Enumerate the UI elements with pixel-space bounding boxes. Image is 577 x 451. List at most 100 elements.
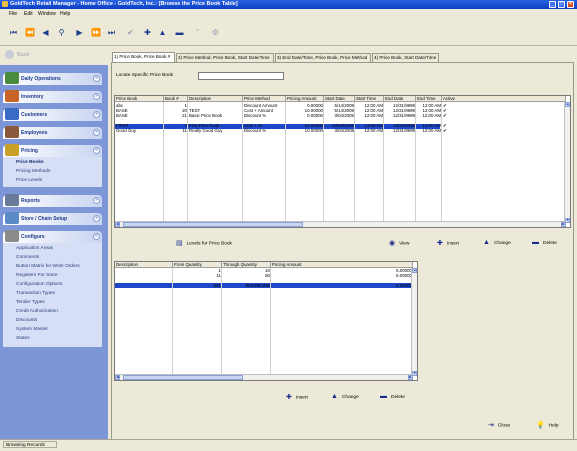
- col-start-date[interactable]: Start Date: [324, 96, 355, 102]
- table-cell[interactable]: Good Guy: [115, 128, 164, 133]
- sidebar-item-tender-types[interactable]: Tender Types: [16, 300, 45, 305]
- levels-delete-button[interactable]: ▬ Delete: [532, 239, 557, 246]
- help-button[interactable]: 💡 Help: [536, 421, 559, 429]
- horizontal-scrollbar[interactable]: ◀ ▶: [115, 374, 413, 380]
- next-record-icon[interactable]: ▶: [75, 28, 84, 37]
- table-cell[interactable]: Really Good Guy: [188, 128, 243, 133]
- scroll-thumb[interactable]: [123, 222, 303, 227]
- expand-icon[interactable]: »: [93, 93, 100, 100]
- scroll-up-icon[interactable]: ▲: [565, 102, 570, 107]
- col-start-time[interactable]: Start Time: [355, 96, 384, 102]
- collapse-icon[interactable]: «: [93, 233, 100, 240]
- scroll-right-icon[interactable]: ▶: [561, 222, 566, 227]
- sidebar-item-credit-authorization[interactable]: Credit Authorization: [16, 309, 58, 314]
- back-button[interactable]: Back: [5, 50, 45, 61]
- delete-icon[interactable]: ▬: [175, 28, 184, 37]
- accept-icon[interactable]: ✔: [126, 28, 135, 37]
- insert-icon[interactable]: ✚: [143, 28, 152, 37]
- change-button[interactable]: ▲ Change: [331, 393, 359, 400]
- sidebar-section-employees[interactable]: Employees »: [3, 126, 102, 139]
- sidebar-item-configuration-options[interactable]: Configuration Options: [16, 282, 62, 287]
- table-cell[interactable]: 3/04/2008: [324, 128, 355, 133]
- col-price-method[interactable]: Price Method: [243, 96, 286, 102]
- tools-icon[interactable]: ⚙: [211, 28, 220, 37]
- vertical-scrollbar[interactable]: ▲ ▼: [564, 102, 570, 223]
- tab-price-book-number[interactable]: 1) Price Book, Price Book #: [112, 52, 175, 62]
- sidebar-item-registers-for-store[interactable]: Registers For Store: [16, 273, 58, 278]
- sidebar-section-store-chain-setup[interactable]: Store / Chain Setup »: [3, 212, 102, 225]
- sidebar-section-configure[interactable]: Configure «: [3, 230, 102, 243]
- sidebar-item-transaction-types[interactable]: Transaction Types: [16, 291, 55, 296]
- sidebar-section-pricing[interactable]: Pricing «: [3, 144, 102, 157]
- first-record-icon[interactable]: ⏮: [9, 28, 18, 37]
- sidebar-item-price-books[interactable]: Price Books: [16, 160, 44, 165]
- levels-for-price-book-button[interactable]: ▤ Levels for Price Book: [176, 239, 232, 247]
- close-window-button[interactable]: ×: [567, 1, 574, 8]
- expand-icon[interactable]: »: [93, 197, 100, 204]
- expand-icon[interactable]: »: [93, 215, 100, 222]
- last-record-icon[interactable]: ⏭: [107, 28, 116, 37]
- locate-price-book-input[interactable]: [198, 72, 284, 80]
- table-cell[interactable]: 12/31/9999: [384, 128, 416, 133]
- collapse-icon[interactable]: «: [93, 147, 100, 154]
- table-cell[interactable]: 999,999,999: [222, 283, 271, 288]
- sidebar-item-application-areas[interactable]: Application Areas: [16, 246, 53, 251]
- scroll-up-icon[interactable]: ▲: [412, 268, 417, 273]
- minimize-button[interactable]: _: [549, 1, 556, 8]
- delete-button[interactable]: ▬ Delete: [380, 393, 405, 400]
- change-icon[interactable]: ▲: [158, 28, 167, 37]
- sidebar-section-reports[interactable]: Reports »: [3, 194, 102, 207]
- menu-help[interactable]: Help: [60, 11, 70, 17]
- table-cell[interactable]: 12:00 AM: [355, 128, 384, 133]
- sidebar-item-button-matrix[interactable]: Button Matrix for Work Orders: [16, 264, 80, 269]
- col-end-date[interactable]: End Date: [384, 96, 416, 102]
- sidebar-section-inventory[interactable]: Inventory »: [3, 90, 102, 103]
- next-page-icon[interactable]: ⏩: [91, 28, 101, 37]
- levels-insert-button[interactable]: ✚ Insert: [437, 239, 459, 247]
- view-button[interactable]: ◉ View: [389, 239, 409, 247]
- menu-file[interactable]: File: [9, 11, 17, 17]
- table-cell[interactable]: 12:00 AM: [416, 128, 442, 133]
- previous-page-icon[interactable]: ⏪: [25, 28, 35, 37]
- sidebar-item-discounts[interactable]: Discounts: [16, 318, 37, 323]
- scroll-right-icon[interactable]: ▶: [408, 375, 413, 380]
- table-cell[interactable]: 501: [173, 283, 222, 288]
- menu-edit[interactable]: Edit: [24, 11, 33, 17]
- previous-record-icon[interactable]: ◀: [41, 28, 50, 37]
- sidebar-item-comments[interactable]: Comments: [16, 255, 39, 260]
- sidebar-item-price-levels[interactable]: Price Levels: [16, 178, 42, 183]
- quote-icon[interactable]: ": [193, 28, 202, 37]
- expand-icon[interactable]: »: [93, 75, 100, 82]
- table-cell[interactable]: 10.00000: [286, 128, 324, 133]
- col-description[interactable]: Description: [188, 96, 243, 102]
- sidebar-section-customers[interactable]: Customers »: [3, 108, 102, 121]
- active-check-icon[interactable]: ✔: [442, 128, 462, 133]
- scroll-thumb[interactable]: [123, 375, 243, 380]
- sidebar-item-pricing-methods[interactable]: Pricing Methods: [16, 169, 50, 174]
- close-button[interactable]: ⇥ Close: [488, 421, 510, 429]
- sidebar-item-system-master[interactable]: System Master: [16, 327, 48, 332]
- col-book-number[interactable]: Book #: [164, 96, 188, 102]
- search-icon[interactable]: ⚲: [57, 28, 66, 37]
- col-pricing-amount[interactable]: Pricing Amount: [286, 96, 324, 102]
- tab-price-book-start[interactable]: 4) Price Book, Start Date/Time: [372, 53, 439, 62]
- col-price-book[interactable]: Price Book: [115, 96, 164, 102]
- col-end-time[interactable]: End Time: [416, 96, 442, 102]
- menu-window[interactable]: Window: [38, 11, 56, 17]
- table-cell[interactable]: 8.00000: [271, 283, 413, 288]
- insert-button[interactable]: ✚ Insert: [286, 393, 308, 401]
- tab-end-date-time[interactable]: 3) End Date/Time, Price Book, Price Meth…: [275, 53, 371, 62]
- table-cell[interactable]: [115, 283, 173, 288]
- expand-icon[interactable]: »: [93, 129, 100, 136]
- sidebar-section-daily-operations[interactable]: Daily Operations »: [3, 72, 102, 85]
- levels-change-button[interactable]: ▲ Change: [483, 239, 511, 246]
- scroll-left-icon[interactable]: ◀: [115, 375, 120, 380]
- sidebar-item-states[interactable]: States: [16, 336, 30, 341]
- col-active[interactable]: Active: [442, 96, 566, 102]
- table-cell[interactable]: Discount %: [243, 128, 286, 133]
- vertical-scrollbar[interactable]: ▲ ▼: [411, 268, 417, 376]
- maximize-button[interactable]: □: [558, 1, 565, 8]
- scroll-left-icon[interactable]: ◀: [115, 222, 120, 227]
- table-cell[interactable]: 11: [164, 128, 188, 133]
- horizontal-scrollbar[interactable]: ◀ ▶: [115, 221, 566, 227]
